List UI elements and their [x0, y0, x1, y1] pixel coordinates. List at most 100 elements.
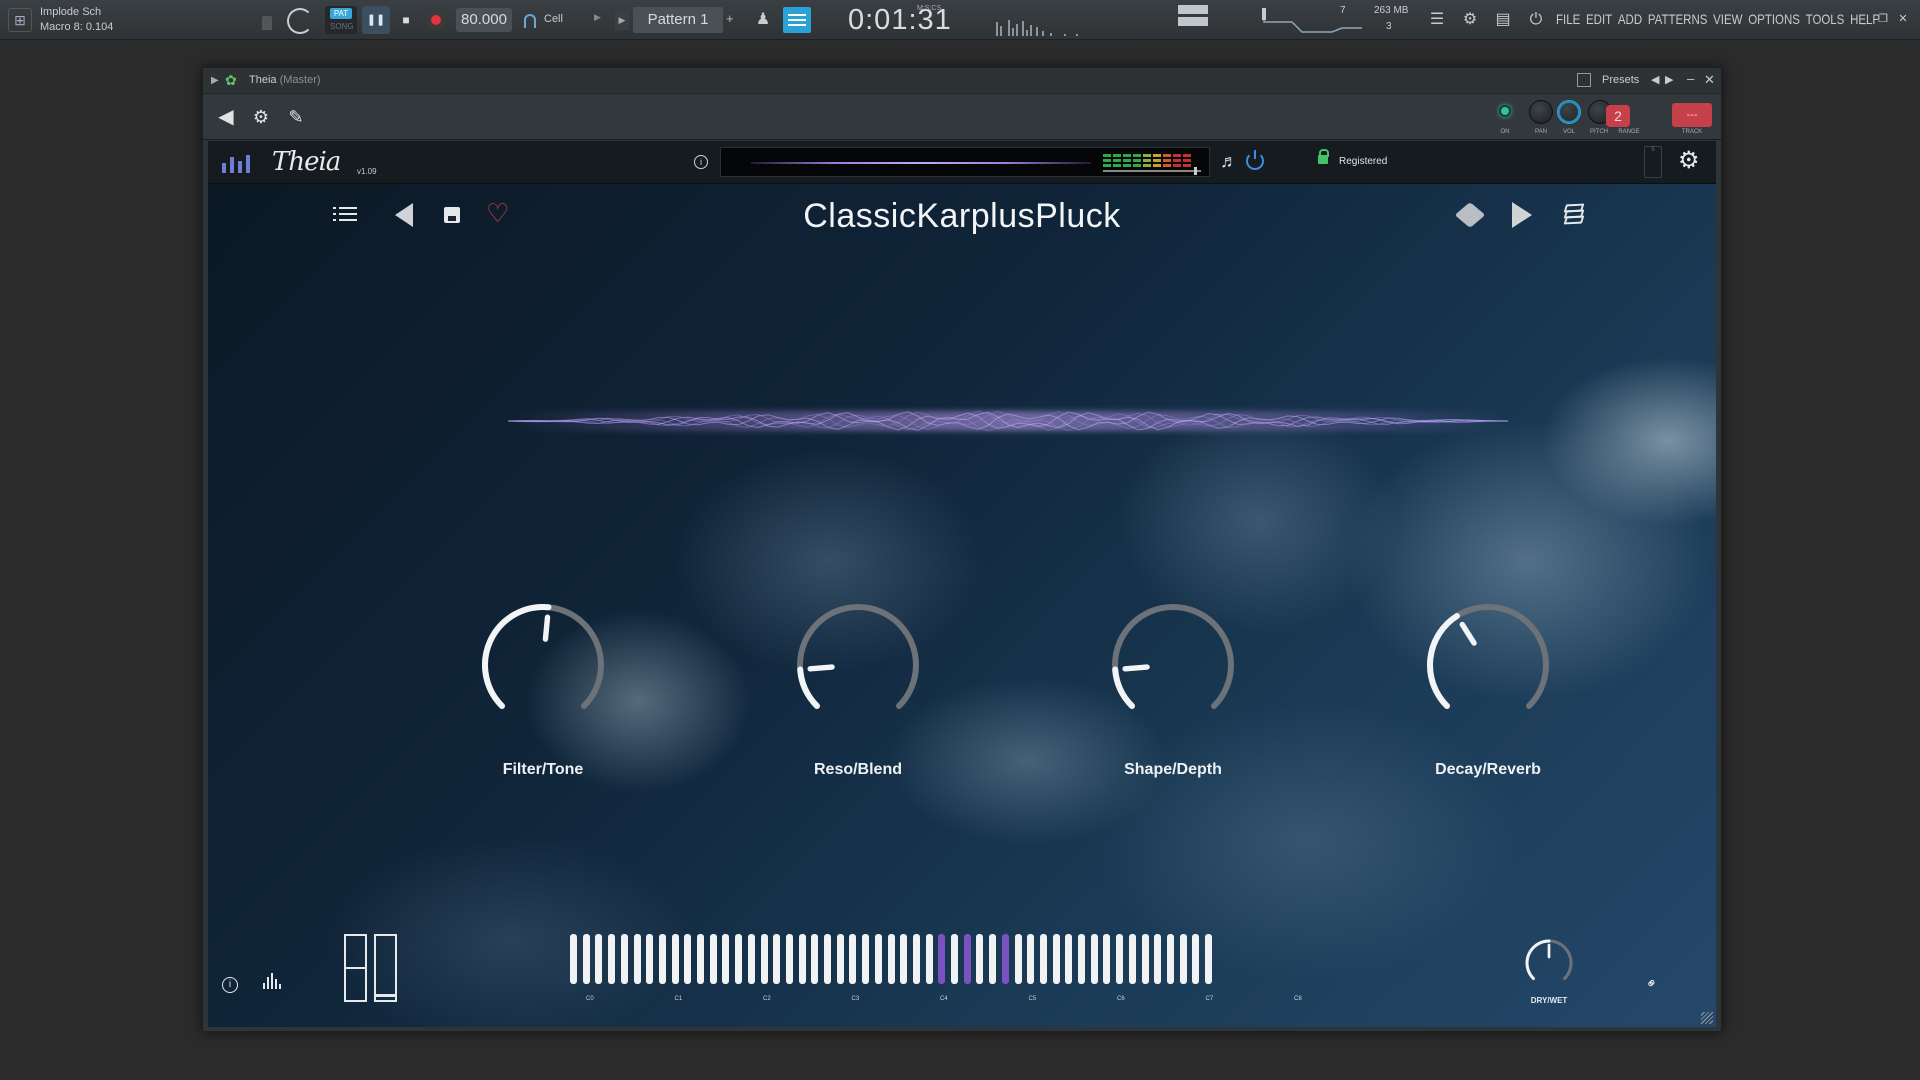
piano-key[interactable]	[938, 934, 946, 984]
piano-key[interactable]	[824, 934, 831, 984]
menu-view[interactable]: VIEW	[1713, 11, 1742, 27]
piano-key[interactable]	[785, 934, 793, 984]
record-button[interactable]	[426, 10, 446, 30]
power-icon[interactable]: ⏻	[1523, 8, 1549, 32]
piano-key[interactable]	[684, 934, 692, 984]
piano-key[interactable]	[671, 934, 679, 984]
power-icon[interactable]	[1246, 150, 1264, 170]
preset-name[interactable]: ClassicKarplusPluck	[208, 197, 1716, 236]
piano-key[interactable]	[1078, 934, 1085, 984]
piano-key[interactable]	[1052, 934, 1060, 984]
song-mode-label[interactable]: SONG	[330, 22, 354, 31]
filter-tone-knob[interactable]	[479, 601, 607, 729]
layers-icon[interactable]	[1563, 203, 1585, 226]
app-minimize-button[interactable]: _	[1856, 12, 1870, 26]
music-note-icon[interactable]: ♬	[1220, 151, 1238, 172]
piano-key[interactable]	[646, 934, 654, 984]
piano-key[interactable]	[1141, 934, 1149, 984]
piano-key[interactable]	[811, 934, 819, 984]
wrench-icon[interactable]: ✎	[283, 104, 309, 130]
piano-key[interactable]	[582, 934, 590, 984]
piano-key[interactable]	[1001, 934, 1009, 984]
menu-patterns[interactable]: PATTERNS	[1648, 11, 1708, 27]
piano-key[interactable]	[735, 934, 743, 984]
resize-handle[interactable]	[1701, 1012, 1713, 1024]
piano-key[interactable]	[1166, 934, 1174, 984]
mod-wheel[interactable]	[374, 934, 397, 1002]
link-icon[interactable]: ⚭	[1642, 973, 1662, 993]
piano-key[interactable]	[862, 934, 870, 984]
add-pattern-button[interactable]: +	[726, 11, 734, 26]
piano-key[interactable]	[836, 934, 844, 984]
piano-key[interactable]	[1065, 934, 1073, 984]
piano-keyboard[interactable]: C0 C1 C2 C3 C4 C5 C6 C7 C8	[558, 934, 1358, 1004]
info-icon[interactable]: i	[222, 977, 238, 993]
piano-key[interactable]	[951, 934, 958, 984]
piano-key[interactable]	[1154, 934, 1162, 984]
preset-next-arrow[interactable]: ▶	[1665, 73, 1673, 86]
reso-blend-knob[interactable]	[794, 601, 922, 729]
piano-key[interactable]	[773, 934, 781, 984]
piano-key[interactable]	[760, 934, 768, 984]
piano-key[interactable]	[798, 934, 806, 984]
piano-key[interactable]	[658, 934, 666, 984]
piano-key[interactable]	[1128, 934, 1136, 984]
piano-key[interactable]	[887, 934, 895, 984]
chevron-right-icon[interactable]: ▶	[594, 12, 601, 23]
plugin-title-bar[interactable]: ▶ ✿ Theia (Master) Presets ◀ ▶ – ✕	[203, 68, 1721, 94]
piano-key[interactable]	[1090, 934, 1098, 984]
piano-key[interactable]	[697, 934, 704, 984]
plugin-on-led[interactable]	[1499, 105, 1511, 117]
piano-key[interactable]	[1179, 934, 1187, 984]
typing-keyboard-icon[interactable]: ♟	[750, 8, 776, 32]
piano-key[interactable]	[1116, 934, 1124, 984]
dry-wet-knob[interactable]	[1524, 938, 1574, 988]
snap-selector[interactable]: Cell	[544, 13, 563, 25]
plugin-options-gear-icon[interactable]: ✿	[225, 72, 237, 89]
piano-key[interactable]	[976, 934, 984, 984]
piano-key[interactable]	[925, 934, 933, 984]
piano-key[interactable]	[633, 934, 641, 984]
piano-key[interactable]	[1027, 934, 1035, 984]
piano-key[interactable]	[849, 934, 857, 984]
chevron-right-icon[interactable]: ▶	[211, 75, 219, 86]
pause-button[interactable]: ❚❚	[362, 6, 390, 34]
presets-browser-icon[interactable]	[1577, 73, 1591, 87]
preset-prev-arrow[interactable]: ◀	[1651, 73, 1659, 86]
stop-button[interactable]: ■	[392, 6, 420, 34]
metronome-icon[interactable]	[262, 16, 272, 30]
menu-options[interactable]: OPTIONS	[1748, 11, 1800, 27]
pat-mode-label[interactable]: PAT	[330, 8, 352, 19]
theia-logo-icon[interactable]	[222, 149, 252, 177]
piano-key[interactable]	[709, 934, 717, 984]
pan-knob[interactable]	[1529, 100, 1553, 124]
app-restore-button[interactable]: ❐	[1876, 12, 1890, 26]
piano-key[interactable]	[963, 934, 971, 984]
piano-key[interactable]	[722, 934, 730, 984]
piano-key[interactable]	[620, 934, 628, 984]
play-preview-icon[interactable]	[1512, 202, 1532, 228]
tempo-display[interactable]: 80.000	[456, 8, 512, 32]
piano-key[interactable]	[874, 934, 882, 984]
piano-key[interactable]	[595, 934, 603, 984]
playlist-icon[interactable]: ☰	[1424, 8, 1450, 32]
decay-reverb-knob[interactable]	[1424, 601, 1552, 729]
channel-rack-icon[interactable]: ▤	[1490, 8, 1516, 32]
plugin-settings-icon[interactable]: ⚙	[248, 104, 274, 130]
volume-knob[interactable]	[1557, 100, 1581, 124]
presets-menu[interactable]: Presets	[1602, 74, 1639, 86]
slot-indicator[interactable]: 5	[1644, 146, 1662, 178]
pattern-menu-arrow[interactable]: ▶	[615, 10, 629, 30]
piano-key[interactable]	[1103, 934, 1111, 984]
piano-key[interactable]	[1205, 934, 1212, 984]
piano-key[interactable]	[989, 934, 997, 984]
pitch-range-value[interactable]: 2	[1606, 105, 1630, 127]
info-icon[interactable]: i	[694, 155, 708, 169]
piano-key[interactable]	[1014, 934, 1022, 984]
plugin-close-button[interactable]: ✕	[1704, 72, 1715, 88]
piano-key[interactable]	[912, 934, 920, 984]
piano-key[interactable]	[1192, 934, 1200, 984]
menu-add[interactable]: ADD	[1618, 11, 1642, 27]
step-sequencer-icon[interactable]	[783, 7, 811, 33]
plugin-minimize-button[interactable]: –	[1687, 71, 1694, 86]
